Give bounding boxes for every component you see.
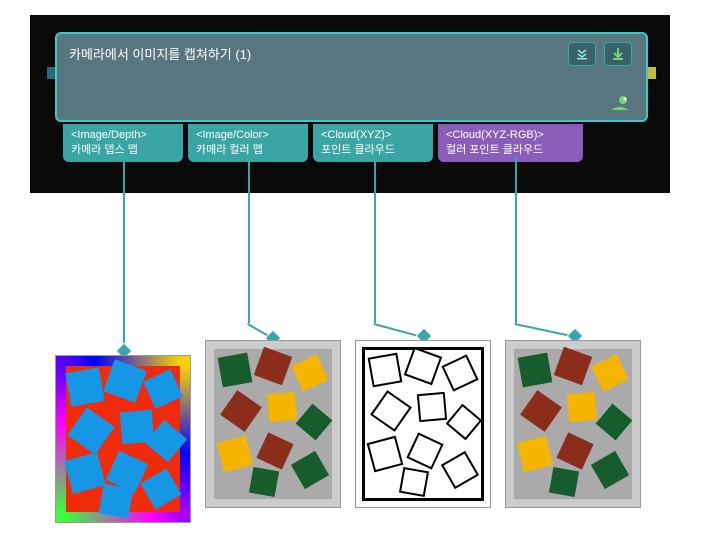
connector-cloudrgb-diag [515,323,574,337]
capture-image-node[interactable]: 카메라에서 이미지를 캡쳐하기 (1) [55,32,648,122]
output-tab-color[interactable]: <Image/Color> 카메라 컬러 맵 [188,124,308,162]
tab-label: 카메라 뎁스 맵 [71,143,175,158]
connector-cloudrgb [515,158,517,323]
tab-type: <Cloud(XYZ)> [321,128,425,143]
tab-type: <Image/Depth> [71,128,175,143]
tab-type: <Image/Color> [196,128,300,143]
connector-depth [123,158,125,350]
preview-depth-map [55,355,191,523]
output-tabs-row: <Image/Depth> 카메라 뎁스 맵 <Image/Color> 카메라… [63,124,583,162]
eye-person-icon [607,94,631,112]
connector-color [248,158,250,323]
preview-color-point-cloud [505,340,641,508]
tab-type: <Cloud(XYZ-RGB)> [446,128,575,143]
tab-label: 포인트 클라우드 [321,143,425,158]
preview-point-cloud [355,340,491,508]
output-tab-depth[interactable]: <Image/Depth> 카메라 뎁스 맵 [63,124,183,162]
tab-label: 컬러 포인트 클라우드 [446,143,575,158]
tab-label: 카메라 컬러 맵 [196,143,300,158]
run-button[interactable] [604,42,632,66]
connector-cloud [374,158,376,323]
node-title: 카메라에서 이미지를 캡쳐하기 (1) [69,44,634,63]
output-tab-cloud[interactable]: <Cloud(XYZ)> 포인트 클라우드 [313,124,433,162]
chevron-double-down-icon [575,47,589,61]
visualize-button[interactable] [606,94,632,112]
arrow-down-icon [612,47,624,61]
preview-color-map [205,340,341,508]
collapse-button[interactable] [568,42,596,66]
output-tab-cloud-rgb[interactable]: <Cloud(XYZ-RGB)> 컬러 포인트 클라우드 [438,124,583,162]
